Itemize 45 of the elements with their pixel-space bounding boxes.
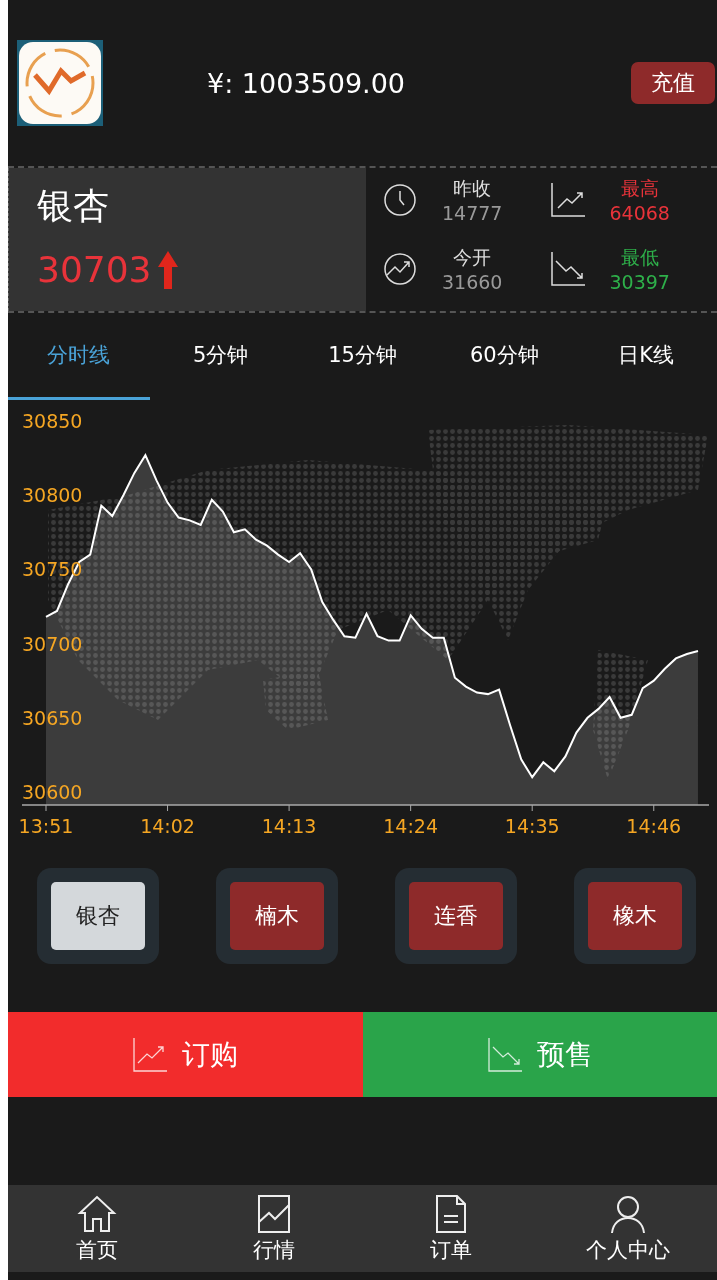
clock-icon	[382, 182, 418, 218]
falling-chart-icon	[549, 250, 586, 287]
y-tick-label: 30850	[22, 410, 83, 432]
x-tick-label: 14:24	[383, 815, 439, 837]
stat-value: 30397	[609, 270, 670, 293]
product-name: 银杏	[37, 184, 110, 228]
current-price: 30703	[37, 249, 152, 290]
trend-icon	[382, 250, 418, 287]
y-tick-label: 30600	[22, 781, 83, 803]
rising-chart-icon	[549, 182, 586, 218]
nav-item[interactable]: 行情	[185, 1185, 363, 1272]
stat-label: 最低	[620, 244, 659, 270]
x-tick-label: 14:13	[261, 815, 317, 837]
x-tick-label: 14:46	[626, 815, 682, 837]
stat-label: 今开	[453, 244, 492, 270]
stat-value: 14777	[442, 202, 503, 224]
x-tick-label: 14:35	[504, 815, 560, 837]
stat-label: 昨收	[453, 176, 492, 201]
product-button[interactable]: 橡木	[588, 882, 682, 950]
nav-item[interactable]: 个人中心	[539, 1185, 717, 1272]
nav-item[interactable]: 订单	[362, 1185, 540, 1272]
period-tab[interactable]: 分时线	[8, 313, 150, 400]
stat-value: 64068	[609, 202, 670, 224]
nav-item[interactable]: 首页	[8, 1185, 186, 1272]
period-tab[interactable]: 日K线	[575, 313, 717, 400]
x-tick-label: 13:51	[18, 815, 74, 837]
stat-label: 最高	[620, 176, 659, 201]
recharge-button[interactable]: 充值	[631, 62, 715, 104]
period-tab[interactable]: 60分钟	[433, 313, 576, 400]
y-tick-label: 30800	[22, 484, 83, 507]
rising-chart-icon	[132, 1036, 169, 1073]
stat-value: 31660	[442, 270, 503, 293]
period-tab[interactable]: 15分钟	[291, 313, 434, 400]
y-tick-label: 30700	[22, 632, 83, 655]
x-tick-label: 14:02	[140, 815, 195, 837]
y-tick-label: 30650	[22, 706, 83, 729]
home-icon	[76, 1193, 117, 1234]
up-arrow-icon	[157, 250, 178, 289]
product-button[interactable]: 银杏	[51, 882, 145, 950]
product-button[interactable]: 连香	[409, 882, 503, 950]
order-button[interactable]: 订购	[8, 1012, 363, 1097]
balance-amount: ¥: 1003509.00	[207, 67, 407, 99]
product-button[interactable]: 楠木	[230, 882, 324, 950]
period-tab[interactable]: 5分钟	[149, 313, 292, 400]
falling-chart-icon	[486, 1036, 523, 1073]
